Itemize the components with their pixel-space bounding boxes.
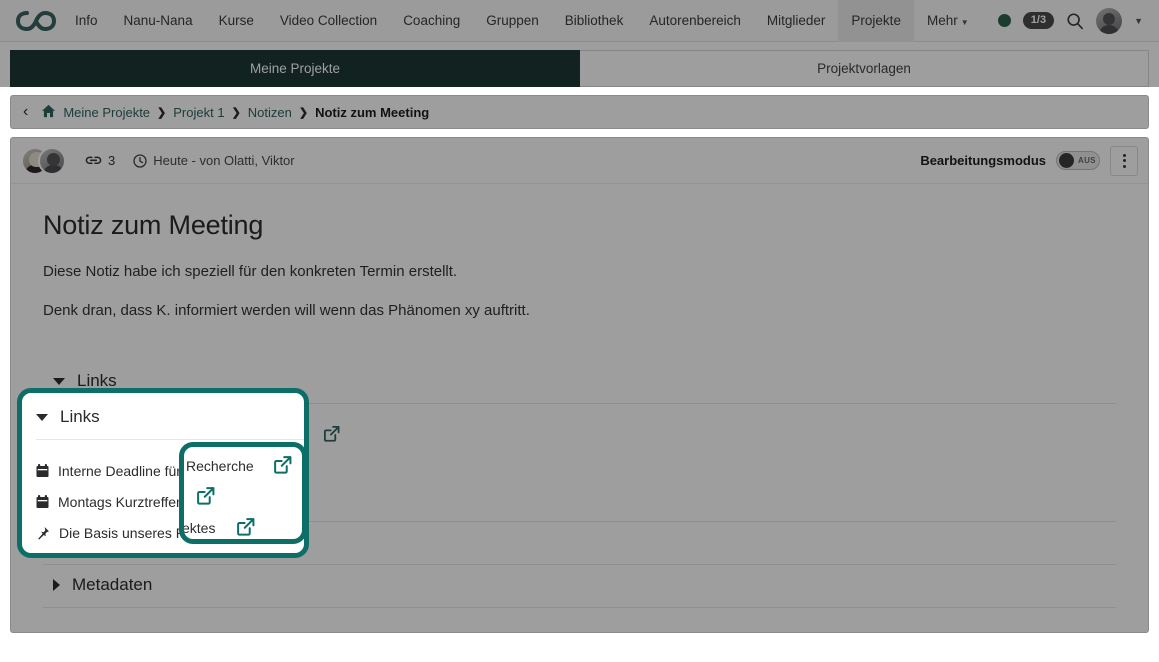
section-title: Links: [60, 407, 100, 426]
external-link-slot: [323, 425, 340, 442]
edit-mode-toggle[interactable]: AUS: [1056, 151, 1100, 170]
top-navbar: Info Nanu-Nana Kurse Video Collection Co…: [0, 0, 1159, 42]
nav-item-coaching[interactable]: Coaching: [390, 0, 473, 42]
counter-badge[interactable]: 1/3: [1022, 12, 1055, 29]
nav-item-gruppen[interactable]: Gruppen: [473, 0, 552, 42]
nav-item-autorenbereich[interactable]: Autorenbereich: [636, 0, 754, 42]
section-header-metadaten[interactable]: Metadaten: [43, 565, 1116, 607]
external-link-icon: [324, 425, 340, 442]
breadcrumb-separator-icon: ❯: [231, 106, 241, 119]
nav-label: Info: [75, 12, 98, 28]
open-link-button[interactable]: [196, 486, 215, 510]
back-chevron-left-icon[interactable]: ‹: [21, 103, 34, 121]
page-root: Info Nanu-Nana Kurse Video Collection Co…: [0, 0, 1159, 662]
infinity-logo-icon: [16, 10, 56, 31]
nav-label: Coaching: [403, 12, 461, 28]
nav-item-bibliothek[interactable]: Bibliothek: [552, 0, 637, 42]
chevron-down-icon: [53, 377, 65, 385]
last-modified-text: Heute - von Olatti, Viktor: [153, 153, 295, 168]
open-link-button[interactable]: [236, 517, 255, 539]
breadcrumb-item-meine-projekte[interactable]: Meine Projekte: [63, 105, 150, 120]
clock-icon: [133, 153, 147, 168]
document-header-actions: Bearbeitungsmodus AUS: [920, 145, 1138, 176]
breadcrumb-item-notizen[interactable]: Notizen: [248, 105, 292, 120]
highlight-box-open-link-actions: Recherche ektes: [179, 442, 307, 544]
document-header: 3 Heute - von Olatti, Viktor Bearbeitung…: [11, 138, 1148, 184]
section-header-links-highlight[interactable]: Links: [32, 403, 304, 439]
breadcrumb-item-current: Notiz zum Meeting: [315, 104, 430, 120]
breadcrumb-item-projekt-1[interactable]: Projekt 1: [173, 105, 224, 120]
nav-label: Gruppen: [486, 12, 539, 28]
tab-projektvorlagen[interactable]: Projektvorlagen: [580, 50, 1149, 87]
attachment-count[interactable]: 3: [85, 153, 115, 168]
page-title: Notiz zum Meeting: [43, 210, 264, 240]
nav-item-nanu-nana[interactable]: Nanu-Nana: [111, 0, 206, 42]
nav-label: Mitglieder: [766, 12, 826, 28]
external-link-icon: [237, 518, 255, 536]
link-label-fragment: Recherche: [186, 458, 254, 474]
external-link-icon: [274, 456, 292, 474]
document-card: 3 Heute - von Olatti, Viktor Bearbeitung…: [10, 137, 1149, 633]
attachment-count-value: 3: [108, 153, 116, 168]
tab-meine-projekte[interactable]: Meine Projekte: [10, 50, 580, 87]
calendar-icon: [36, 494, 49, 508]
home-icon[interactable]: [41, 104, 56, 121]
calendar-icon: [36, 463, 49, 477]
breadcrumb-separator-icon: ❯: [157, 106, 167, 119]
nav-item-kurse[interactable]: Kurse: [206, 0, 267, 42]
chevron-right-icon: [53, 579, 60, 591]
kebab-dot: [1122, 164, 1126, 168]
nav-label: Projekte: [851, 12, 901, 28]
chevron-down-icon: ▼: [960, 17, 969, 27]
document-paragraph: Diese Notiz habe ich speziell für den ko…: [43, 263, 458, 280]
kebab-dot: [1122, 159, 1126, 162]
nav-item-mitglieder[interactable]: Mitglieder: [754, 0, 839, 42]
nav-item-mehr[interactable]: Mehr ▼: [914, 0, 982, 42]
nav-item-info[interactable]: Info: [62, 0, 111, 42]
home-icon-glyph: [42, 104, 56, 117]
link-label-fragment: ektes: [182, 520, 216, 536]
nav-label: Mehr: [926, 12, 958, 28]
highlight-actions-content: Recherche ektes: [184, 447, 302, 539]
kebab-menu-icon[interactable]: [1110, 145, 1138, 176]
link-chain-icon: [85, 156, 102, 164]
toggle-knob: [1059, 153, 1074, 168]
nav-label: Kurse: [218, 12, 254, 28]
navbar-right-cluster: 1/3 ▼: [997, 7, 1149, 34]
avatar-group[interactable]: [21, 146, 67, 175]
tab-label: Meine Projekte: [249, 61, 341, 76]
nav-label: Bibliothek: [564, 12, 624, 28]
nav-item-video-collection[interactable]: Video Collection: [267, 0, 390, 42]
avatar: [38, 146, 66, 175]
status-dot-icon: [997, 14, 1011, 27]
external-link-icon: [197, 487, 215, 505]
toggle-state-label: AUS: [1078, 156, 1096, 165]
project-tabs: Meine Projekte Projektvorlagen: [0, 42, 1159, 87]
document-paragraph: Denk dran, dass K. informiert werden wil…: [43, 302, 530, 319]
breadcrumb-separator-icon: ❯: [298, 106, 309, 119]
nav-label: Video Collection: [279, 12, 378, 28]
nav-item-projekte[interactable]: Projekte: [838, 0, 914, 42]
infinity-logo[interactable]: [10, 0, 62, 42]
search-icon-glyph: [1067, 12, 1084, 29]
open-link-button[interactable]: [273, 455, 292, 479]
kebab-dot: [1122, 153, 1126, 157]
tab-label: Projektvorlagen: [817, 61, 911, 76]
section-divider: [43, 607, 1116, 608]
section-title: Metadaten: [72, 575, 153, 594]
last-modified: Heute - von Olatti, Viktor: [133, 153, 295, 168]
breadcrumb: ‹ Meine Projekte ❯ Projekt 1 ❯ Notizen ❯…: [10, 95, 1149, 129]
link-label[interactable]: Montags Kurztreffen: [58, 494, 184, 510]
pin-icon: [38, 526, 49, 540]
avatar-chevron-down-icon[interactable]: ▼: [1134, 16, 1143, 26]
search-icon[interactable]: [1066, 12, 1084, 30]
nav-items: Info Nanu-Nana Kurse Video Collection Co…: [62, 0, 982, 42]
nav-label: Autorenbereich: [649, 12, 741, 28]
chevron-down-icon: [36, 413, 48, 421]
edit-mode-label: Bearbeitungsmodus: [920, 153, 1046, 168]
avatar[interactable]: [1096, 7, 1123, 34]
nav-label: Nanu-Nana: [123, 12, 193, 28]
